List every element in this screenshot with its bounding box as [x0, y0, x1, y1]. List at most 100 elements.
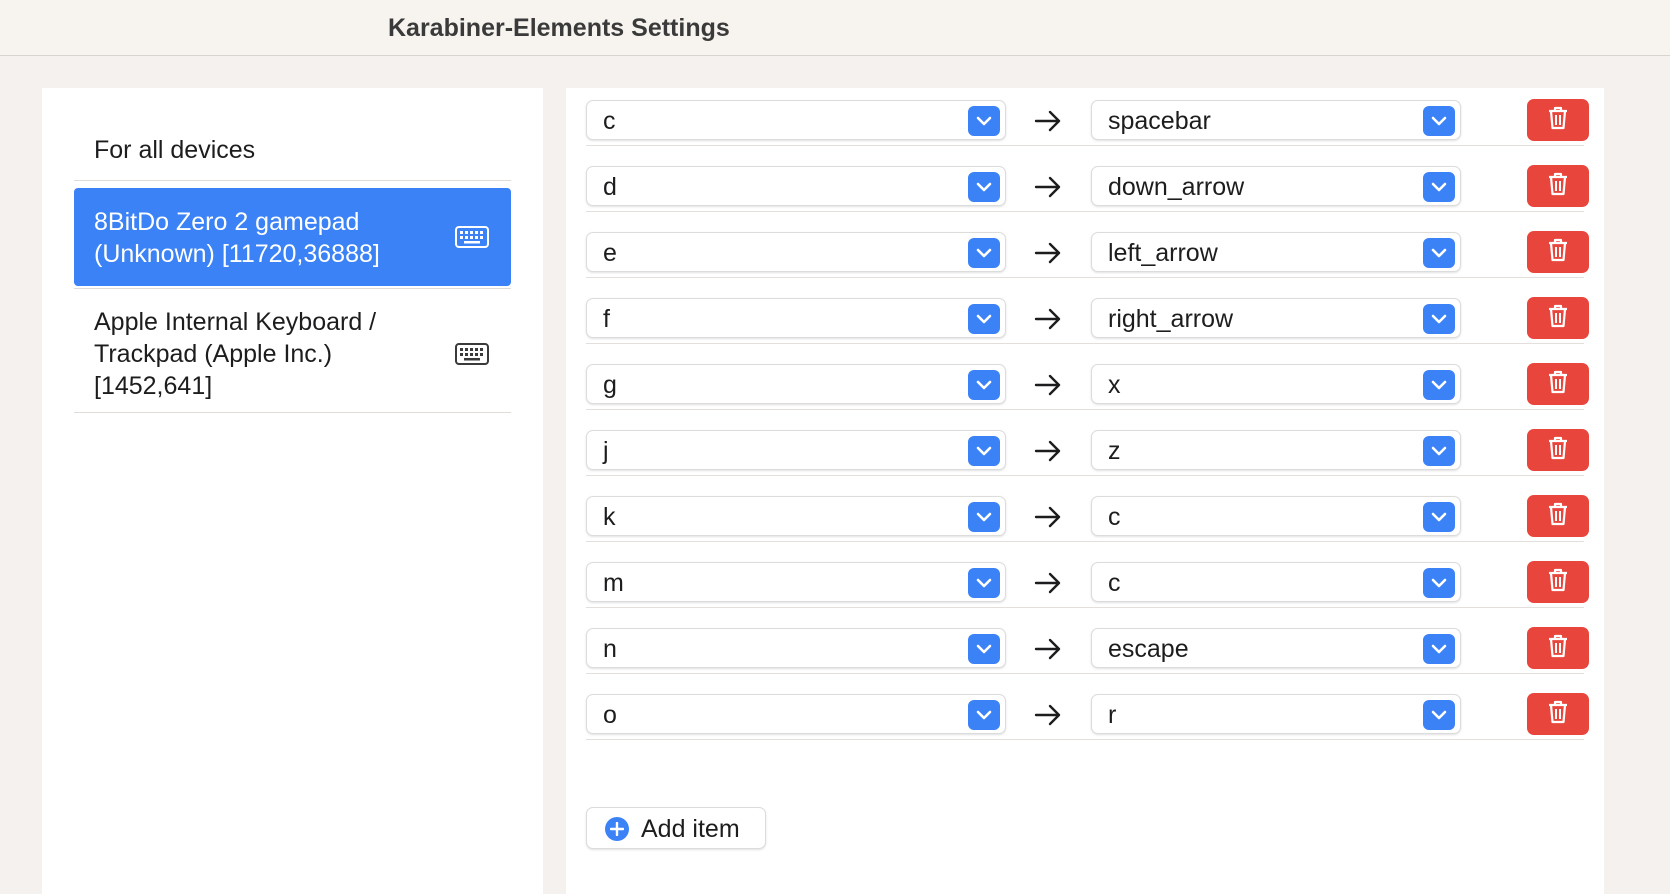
divider: [74, 412, 511, 413]
chevron-down-icon: [1423, 502, 1455, 532]
to-key-value: x: [1108, 371, 1121, 399]
chevron-down-icon: [968, 106, 1000, 136]
arrow-right-icon: [1034, 176, 1061, 198]
chevron-down-icon: [1423, 700, 1455, 730]
from-key-value: n: [603, 635, 617, 663]
trash-icon: [1547, 369, 1569, 400]
arrow-right-icon: [1034, 110, 1061, 132]
chevron-down-icon: [1423, 370, 1455, 400]
to-key-value: z: [1108, 437, 1121, 465]
keyboard-icon: [455, 226, 489, 248]
to-key-value: spacebar: [1108, 107, 1211, 135]
to-key-select[interactable]: x: [1091, 364, 1461, 404]
delete-button[interactable]: [1527, 165, 1589, 207]
from-key-select[interactable]: g: [586, 364, 1006, 404]
from-key-value: f: [603, 305, 610, 333]
add-item-label: Add item: [641, 815, 740, 843]
chevron-down-icon: [968, 370, 1000, 400]
chevron-down-icon: [968, 172, 1000, 202]
from-key-value: c: [603, 107, 616, 135]
to-key-select[interactable]: r: [1091, 694, 1461, 734]
chevron-down-icon: [968, 634, 1000, 664]
mapping-row: kc: [586, 476, 1589, 542]
delete-button[interactable]: [1527, 99, 1589, 141]
window-title: Karabiner-Elements Settings: [388, 14, 730, 42]
to-key-select[interactable]: c: [1091, 562, 1461, 602]
from-key-select[interactable]: c: [586, 100, 1006, 140]
delete-button[interactable]: [1527, 495, 1589, 537]
from-key-value: g: [603, 371, 617, 399]
device-name: Apple Internal Keyboard / Trackpad (Appl…: [94, 308, 377, 400]
from-key-value: e: [603, 239, 617, 267]
chevron-down-icon: [968, 568, 1000, 598]
arrow-right-icon: [1034, 704, 1061, 726]
to-key-value: left_arrow: [1108, 239, 1218, 267]
sidebar-item-8bitdo-gamepad[interactable]: 8BitDo Zero 2 gamepad (Unknown) [11720,3…: [74, 188, 511, 286]
to-key-value: c: [1108, 503, 1121, 531]
from-key-select[interactable]: d: [586, 166, 1006, 206]
from-key-select[interactable]: o: [586, 694, 1006, 734]
arrow-right-icon: [1034, 374, 1061, 396]
from-key-select[interactable]: f: [586, 298, 1006, 338]
chevron-down-icon: [1423, 304, 1455, 334]
mapping-row: or: [586, 674, 1589, 740]
from-key-value: d: [603, 173, 617, 201]
trash-icon: [1547, 633, 1569, 664]
to-key-select[interactable]: right_arrow: [1091, 298, 1461, 338]
plus-icon: [605, 817, 629, 841]
from-key-select[interactable]: m: [586, 562, 1006, 602]
mapping-row: jz: [586, 410, 1589, 476]
device-sidebar: For all devices 8BitDo Zero 2 gamepad (U…: [42, 88, 543, 894]
add-item-button[interactable]: Add item: [586, 807, 766, 849]
from-key-select[interactable]: n: [586, 628, 1006, 668]
to-key-select[interactable]: escape: [1091, 628, 1461, 668]
arrow-right-icon: [1034, 440, 1061, 462]
from-key-select[interactable]: e: [586, 232, 1006, 272]
mapping-row: gx: [586, 344, 1589, 410]
mapping-row: c spacebar: [586, 80, 1589, 146]
mapping-row: mc: [586, 542, 1589, 608]
mapping-panel: c spacebar d down_arrowe left_arrowf right_ar…: [566, 88, 1604, 894]
arrow-right-icon: [1034, 638, 1061, 660]
to-key-value: down_arrow: [1108, 173, 1245, 201]
trash-icon: [1547, 435, 1569, 466]
sidebar-item-all-devices[interactable]: For all devices: [94, 136, 255, 165]
trash-icon: [1547, 699, 1569, 730]
chevron-down-icon: [968, 700, 1000, 730]
to-key-select[interactable]: down_arrow: [1091, 166, 1461, 206]
delete-button[interactable]: [1527, 627, 1589, 669]
chevron-down-icon: [1423, 238, 1455, 268]
from-key-select[interactable]: k: [586, 496, 1006, 536]
arrow-right-icon: [1034, 242, 1061, 264]
from-key-select[interactable]: j: [586, 430, 1006, 470]
to-key-select[interactable]: left_arrow: [1091, 232, 1461, 272]
delete-button[interactable]: [1527, 363, 1589, 405]
title-bar: Karabiner-Elements Settings: [0, 0, 1670, 56]
keyboard-icon: [455, 343, 489, 365]
delete-button[interactable]: [1527, 231, 1589, 273]
device-name: 8BitDo Zero 2 gamepad (Unknown) [11720,3…: [94, 208, 380, 268]
chevron-down-icon: [1423, 634, 1455, 664]
chevron-down-icon: [1423, 568, 1455, 598]
mapping-row: f right_arrow: [586, 278, 1589, 344]
from-key-value: k: [603, 503, 616, 531]
chevron-down-icon: [1423, 106, 1455, 136]
chevron-down-icon: [968, 436, 1000, 466]
chevron-down-icon: [968, 502, 1000, 532]
from-key-value: j: [603, 437, 609, 465]
delete-button[interactable]: [1527, 693, 1589, 735]
chevron-down-icon: [968, 304, 1000, 334]
delete-button[interactable]: [1527, 561, 1589, 603]
to-key-select[interactable]: spacebar: [1091, 100, 1461, 140]
arrow-right-icon: [1034, 572, 1061, 594]
delete-button[interactable]: [1527, 429, 1589, 471]
delete-button[interactable]: [1527, 297, 1589, 339]
divider: [74, 288, 511, 289]
chevron-down-icon: [1423, 436, 1455, 466]
to-key-select[interactable]: c: [1091, 496, 1461, 536]
chevron-down-icon: [968, 238, 1000, 268]
sidebar-item-apple-internal-keyboard[interactable]: Apple Internal Keyboard / Trackpad (Appl…: [74, 298, 511, 410]
mapping-row: e left_arrow: [586, 212, 1589, 278]
to-key-select[interactable]: z: [1091, 430, 1461, 470]
to-key-value: right_arrow: [1108, 305, 1234, 333]
